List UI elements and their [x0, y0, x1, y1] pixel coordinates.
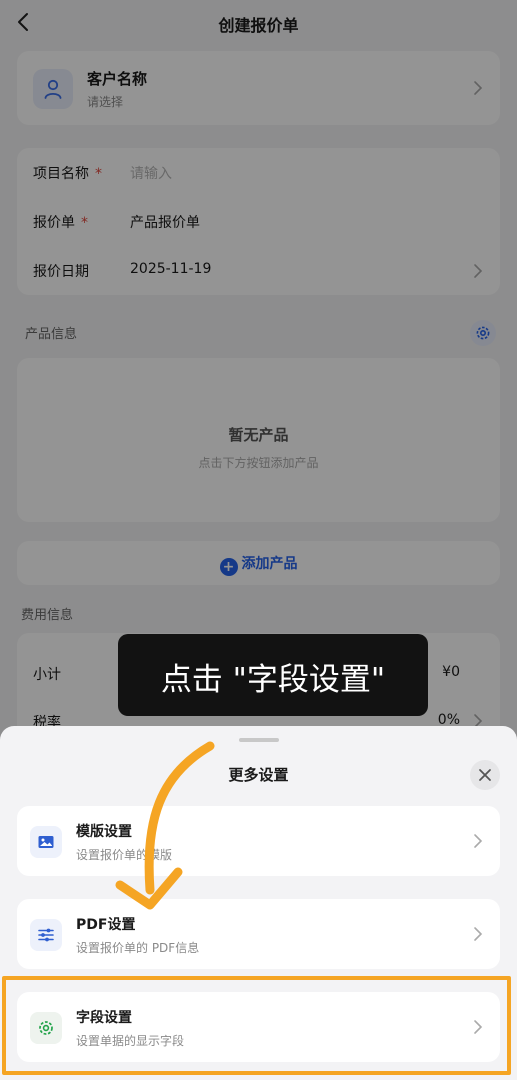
tooltip-text: 点击 "字段设置"	[160, 662, 386, 698]
instruction-tooltip: 点击 "字段设置"	[118, 634, 428, 716]
curved-arrow-icon	[115, 741, 215, 910]
